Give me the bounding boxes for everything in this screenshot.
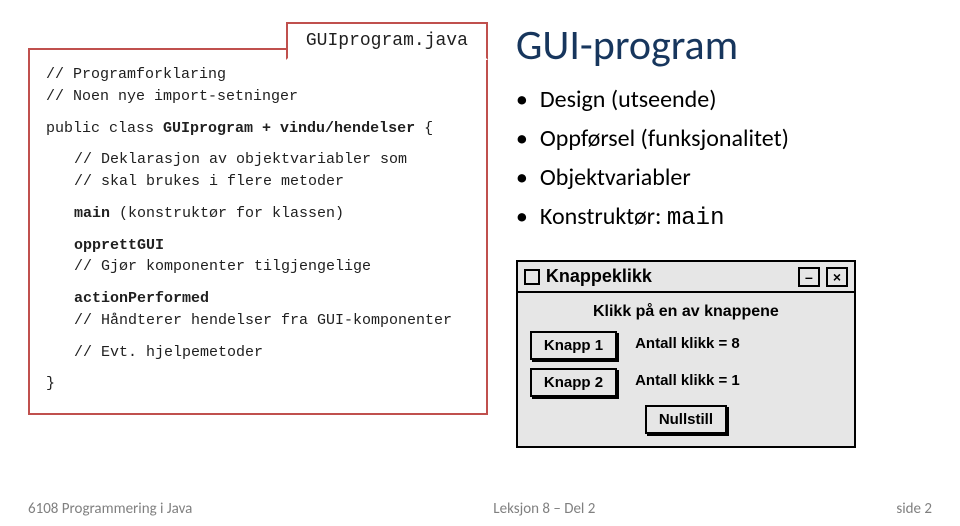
bullet-item: Objektvariabler: [516, 163, 932, 192]
mock-prompt: Klikk på en av knappene: [530, 303, 842, 321]
code-main-kw: main: [74, 205, 110, 222]
bullet-item: Oppførsel (funksjonalitet): [516, 124, 932, 153]
filename-tab: GUIprogram.java: [286, 22, 488, 60]
footer-center: Leksjon 8 – Del 2: [493, 500, 595, 518]
code-comment: // Håndterer hendelser fra GUI-komponent…: [74, 310, 470, 332]
code-method: actionPerformed: [74, 290, 209, 307]
code-comment: // Programforklaring: [46, 64, 470, 86]
bullet-list: Design (utseende) Oppførsel (funksjonali…: [516, 85, 932, 232]
footer-right: side 2: [896, 500, 932, 518]
code-comment: // Evt. hjelpemetoder: [74, 342, 470, 364]
knapp-1-button[interactable]: Knapp 1: [530, 331, 617, 360]
mock-titlebar: Knappeklikk – ×: [518, 262, 854, 293]
code-comment: // skal brukes i flere metoder: [74, 171, 470, 193]
code-line: (konstruktør for klassen): [110, 205, 344, 222]
mock-window-title: Knappeklikk: [546, 266, 652, 287]
knapp-2-button[interactable]: Knapp 2: [530, 368, 617, 397]
code-comment: // Noen nye import-setninger: [46, 86, 470, 108]
code-comment: // Gjør komponenter tilgjengelige: [74, 256, 470, 278]
java-icon: [524, 269, 540, 285]
footer-left: 6108 Programmering i Java: [28, 500, 192, 518]
minimize-button[interactable]: –: [798, 267, 820, 287]
code-method: opprettGUI: [74, 237, 164, 254]
code-line: public class: [46, 120, 163, 137]
count-label-1: Antall klikk = 8: [635, 331, 740, 360]
nullstill-button[interactable]: Nullstill: [645, 405, 727, 434]
bullet-item: Design (utseende): [516, 85, 932, 114]
code-classname: GUIprogram + vindu/hendelser: [163, 120, 415, 137]
slide-title: GUI-program: [516, 20, 932, 71]
bullet-mono: main: [667, 205, 725, 232]
slide-footer: 6108 Programmering i Java Leksjon 8 – De…: [0, 500, 960, 518]
mock-window: Knappeklikk – × Klikk på en av knappene …: [516, 260, 856, 448]
code-line: {: [415, 120, 433, 137]
code-comment: // Deklarasjon av objektvariabler som: [74, 149, 470, 171]
bullet-text: Konstruktør:: [540, 202, 667, 231]
code-brace-close: }: [46, 373, 470, 395]
code-box: GUIprogram.java // Programforklaring // …: [28, 48, 488, 415]
bullet-item: Konstruktør: main: [516, 202, 932, 232]
count-label-2: Antall klikk = 1: [635, 368, 740, 397]
close-button[interactable]: ×: [826, 267, 848, 287]
